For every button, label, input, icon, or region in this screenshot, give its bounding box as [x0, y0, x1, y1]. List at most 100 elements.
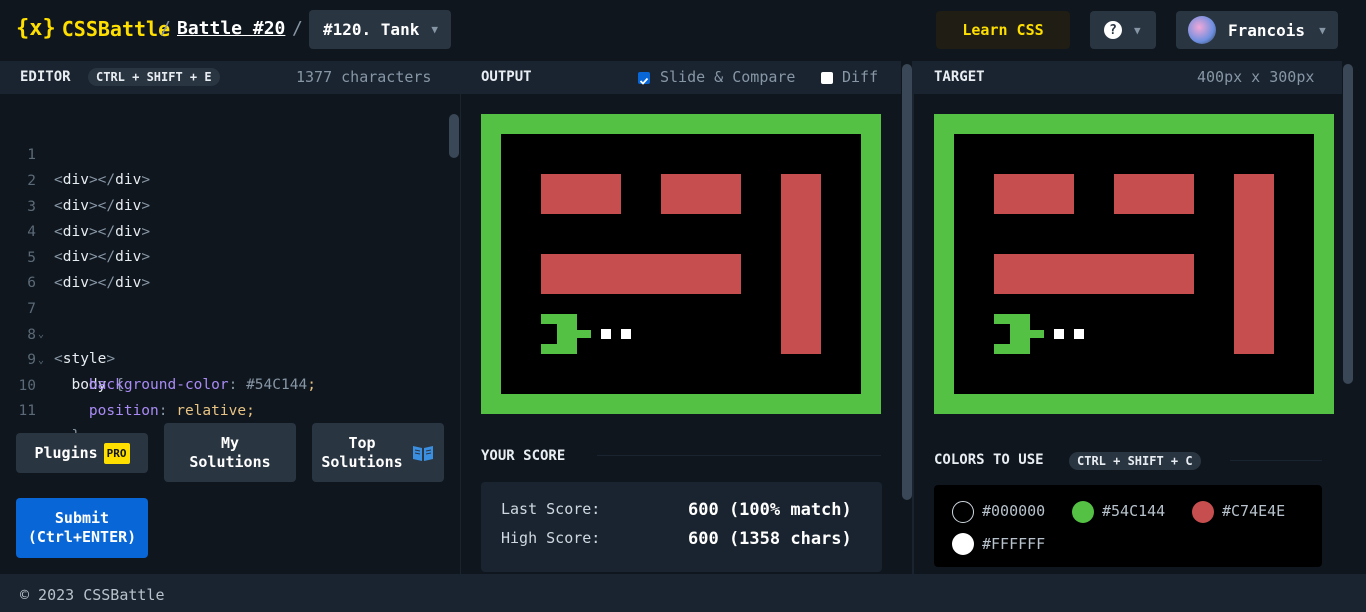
- color-label[interactable]: #FFFFFF: [982, 535, 1045, 553]
- fold-chevron-icon[interactable]: ⌄: [38, 348, 44, 373]
- tank-track-bottom: [541, 344, 577, 354]
- code-line: 4 <div></div>: [27, 224, 151, 265]
- red-block: [541, 174, 621, 214]
- code-line: 3 <div></div>: [27, 199, 151, 240]
- color-label[interactable]: #000000: [982, 502, 1045, 520]
- score-title: YOUR SCORE: [481, 448, 566, 464]
- fold-chevron-icon[interactable]: ⌄: [38, 322, 44, 347]
- target-select[interactable]: #120. Tank ▼: [309, 10, 451, 49]
- colors-title: COLORS TO USE: [934, 452, 1044, 468]
- code-line: 1 <div></div>: [27, 147, 151, 188]
- footer: [0, 574, 1366, 612]
- help-icon: ?: [1104, 21, 1122, 39]
- target-preview: [934, 114, 1334, 414]
- character-count: 1377 characters: [296, 68, 432, 86]
- color-swatch-black[interactable]: [952, 501, 974, 523]
- tank-body: [1010, 324, 1030, 344]
- tank-track-bottom: [994, 344, 1030, 354]
- top-solutions-label: Solutions: [321, 452, 403, 471]
- colors-shortcut-badge: CTRL + SHIFT + C: [1069, 452, 1201, 470]
- top-solutions-button[interactable]: Top Solutions: [312, 423, 444, 482]
- color-swatch-red[interactable]: [1192, 501, 1214, 523]
- tank-barrel: [577, 330, 591, 338]
- red-bar: [994, 254, 1194, 294]
- bullet: [1054, 329, 1064, 339]
- tank-body: [557, 324, 577, 344]
- help-menu-button[interactable]: ? ▼: [1090, 11, 1156, 49]
- bullet: [1074, 329, 1084, 339]
- breadcrumb-separator: /: [160, 18, 171, 39]
- section-rule: [1230, 460, 1322, 461]
- plugins-button[interactable]: Plugins PRO: [16, 433, 148, 473]
- logo[interactable]: {x} CSSBattle: [16, 16, 170, 42]
- output-title: OUTPUT: [481, 69, 532, 85]
- logo-icon: {x}: [16, 16, 56, 41]
- slide-compare-checkbox[interactable]: [638, 72, 650, 85]
- color-swatch-white[interactable]: [952, 533, 974, 555]
- user-menu-button[interactable]: Francois ▼: [1176, 11, 1338, 49]
- color-label[interactable]: #54C144: [1102, 502, 1165, 520]
- color-swatch-green[interactable]: [1072, 501, 1094, 523]
- top-solutions-label: Top: [348, 433, 376, 452]
- top-bar: {x} CSSBattle / Battle #20 / #120. Tank …: [0, 0, 1366, 61]
- code-line: 5 <div></div>: [27, 250, 151, 291]
- code-editor[interactable]: 1 <div></div> 2 <div></div> 3 <div></div…: [0, 94, 460, 444]
- tank-barrel: [1030, 330, 1044, 338]
- check-icon: [639, 77, 649, 85]
- target-select-label: #120. Tank: [323, 20, 420, 39]
- diff-label[interactable]: Diff: [842, 68, 878, 86]
- my-solutions-label: My: [220, 433, 240, 452]
- bullet: [601, 329, 611, 339]
- code-line: 6: [27, 275, 36, 291]
- red-pillar: [781, 174, 821, 354]
- editor-shortcut-badge: CTRL + SHIFT + E: [88, 68, 220, 86]
- book-icon: [412, 445, 433, 461]
- high-score-value: 600 (1358 chars): [688, 529, 852, 549]
- target-title: TARGET: [934, 69, 985, 85]
- tank-track-top: [541, 314, 577, 324]
- chevron-down-icon: ▼: [431, 23, 438, 36]
- code-line: 2 <div></div>: [27, 173, 151, 214]
- slide-compare-label[interactable]: Slide & Compare: [660, 68, 795, 86]
- code-line: 7 ⌄ <style>: [27, 301, 116, 367]
- code-line: 10 position: relative;: [18, 378, 255, 419]
- target-size: 400px x 300px: [1197, 68, 1315, 86]
- code-line: 11 }: [18, 403, 81, 444]
- colors-panel: #000000 #54C144 #C74E4E #FFFFFF: [934, 485, 1322, 567]
- last-score-value: 600 (100% match): [688, 500, 852, 520]
- red-block: [1114, 174, 1194, 214]
- battle-link[interactable]: Battle #20: [177, 18, 285, 39]
- submit-button[interactable]: Submit (Ctrl+ENTER): [16, 498, 148, 558]
- page-scrollbar[interactable]: [1343, 64, 1353, 384]
- my-solutions-button[interactable]: My Solutions: [164, 423, 296, 482]
- red-block: [994, 174, 1074, 214]
- output-preview[interactable]: [481, 114, 881, 414]
- red-block: [661, 174, 741, 214]
- diff-checkbox[interactable]: [821, 72, 833, 84]
- code-line: 9 background-color: #54C144;: [27, 352, 316, 393]
- red-bar: [541, 254, 741, 294]
- logo-text: CSSBattle: [61, 17, 171, 41]
- copyright-text: © 2023 CSSBattle: [20, 586, 165, 604]
- bullet: [621, 329, 631, 339]
- avatar: [1188, 16, 1216, 44]
- user-name: Francois: [1228, 20, 1306, 40]
- pro-badge: PRO: [103, 442, 130, 464]
- panel-divider: [460, 61, 461, 574]
- editor-scrollbar[interactable]: [449, 114, 459, 158]
- chevron-down-icon: ▼: [1319, 23, 1326, 37]
- output-scrollbar[interactable]: [902, 64, 912, 500]
- last-score-label: Last Score:: [501, 500, 601, 518]
- color-label[interactable]: #C74E4E: [1222, 502, 1285, 520]
- breadcrumb-separator: /: [292, 18, 303, 39]
- high-score-label: High Score:: [501, 529, 601, 547]
- red-pillar: [1234, 174, 1274, 354]
- editor-title: EDITOR: [20, 69, 71, 85]
- my-solutions-label: Solutions: [189, 452, 271, 471]
- score-panel: Last Score: 600 (100% match) High Score:…: [481, 482, 882, 572]
- learn-css-button[interactable]: Learn CSS: [936, 11, 1070, 49]
- plugins-label: Plugins: [34, 443, 98, 462]
- code-line: 8 ⌄ body {: [27, 327, 124, 393]
- submit-shortcut-label: (Ctrl+ENTER): [27, 528, 137, 546]
- tank-track-top: [994, 314, 1030, 324]
